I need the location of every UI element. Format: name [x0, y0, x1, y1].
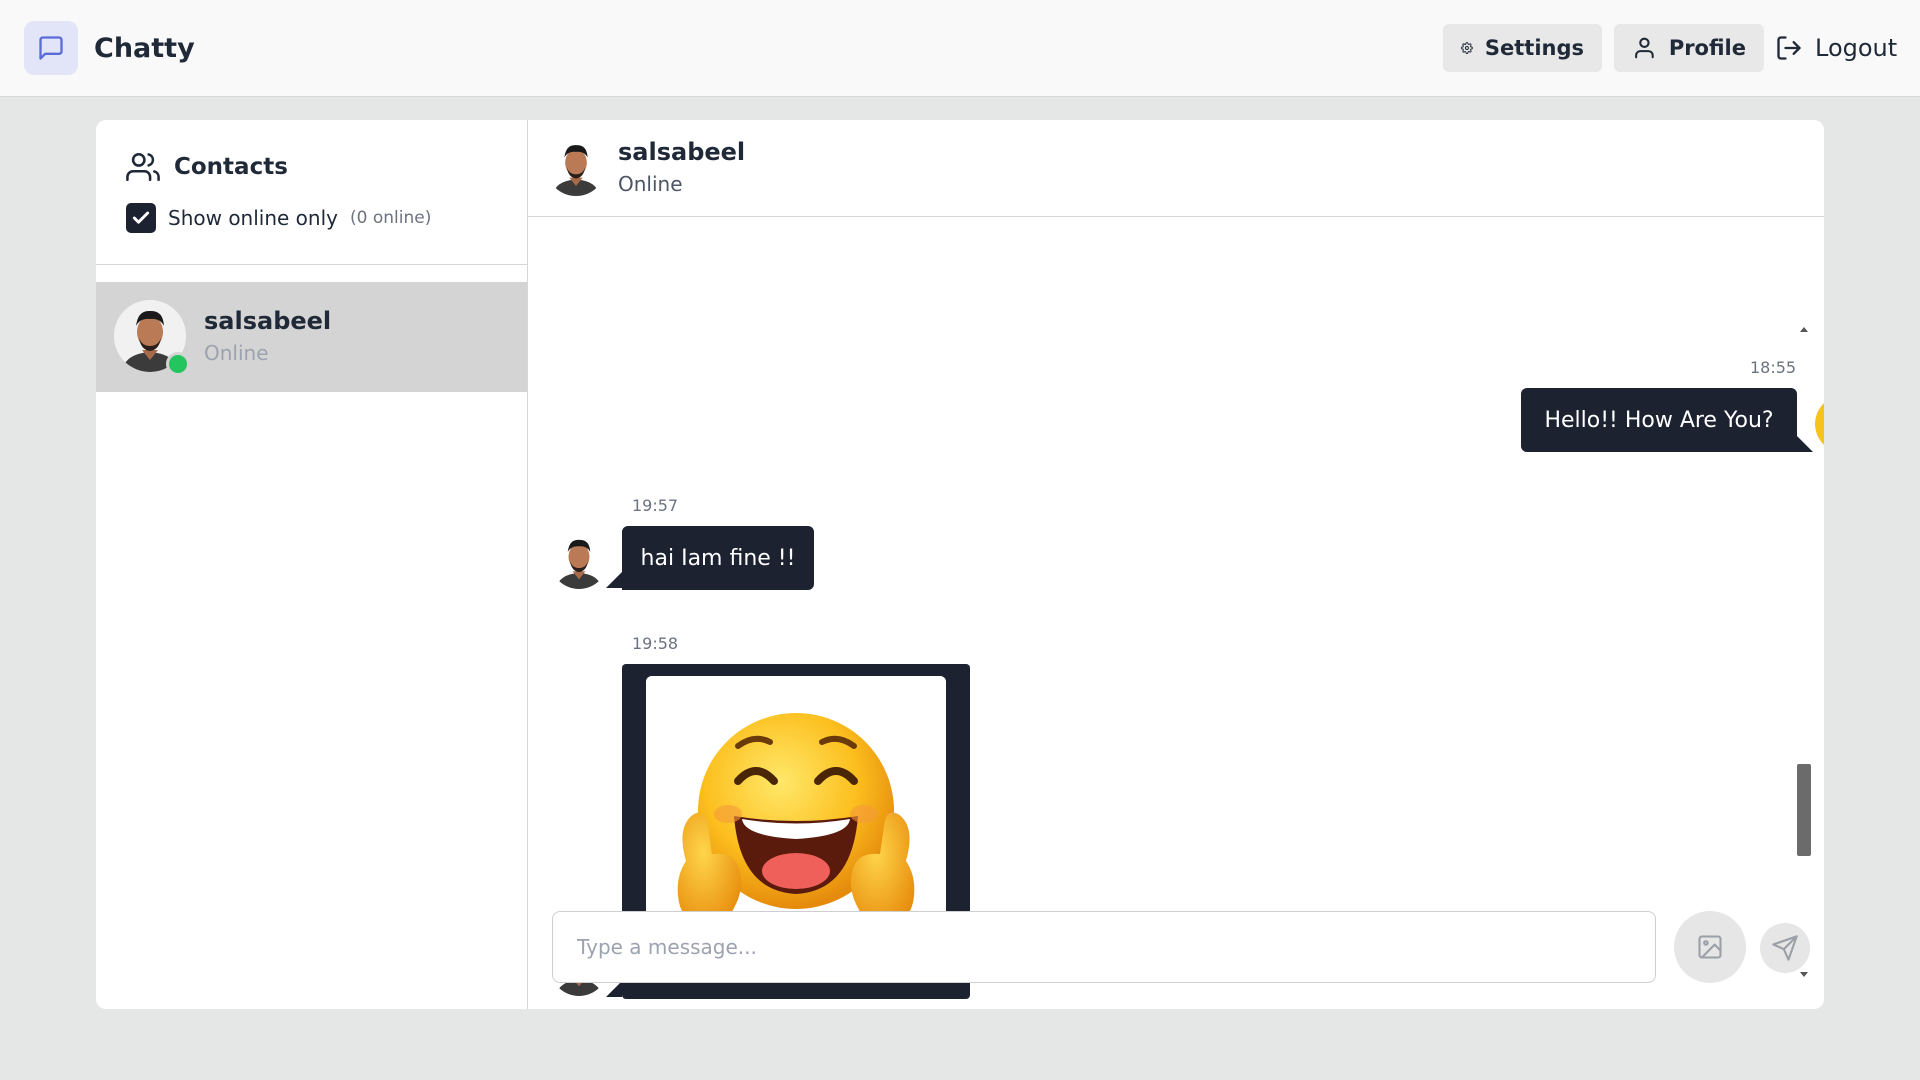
- message-time: 19:57: [632, 496, 679, 515]
- my-avatar: [1815, 395, 1824, 453]
- message-list: 18:55 Hello!! How Are You? 19:57 hai Iam…: [528, 218, 1824, 999]
- chat-contact-name: salsabeel: [618, 138, 746, 166]
- attach-image-button[interactable]: [1674, 911, 1746, 983]
- send-button[interactable]: [1760, 923, 1810, 973]
- settings-label: Settings: [1484, 36, 1584, 60]
- online-filter[interactable]: Show online only (0 online): [126, 203, 431, 233]
- image-icon: [1698, 935, 1722, 959]
- profile-label: Profile: [1668, 36, 1746, 60]
- chat-contact-status: Online: [618, 172, 683, 196]
- top-navbar: Chatty Settings Profile Logout: [0, 0, 1920, 97]
- message-input[interactable]: [552, 911, 1656, 983]
- message-bubble-outgoing: Hello!! How Are You?: [1521, 388, 1797, 452]
- send-icon: [1772, 935, 1798, 961]
- gear-icon: [1461, 42, 1473, 54]
- chat-container: Contacts Show online only (0 online) sal…: [96, 120, 1824, 1009]
- logout-label: Logout: [1815, 34, 1898, 62]
- message-square-icon: [24, 21, 78, 75]
- app-name: Chatty: [94, 32, 195, 64]
- message-bubble-incoming: hai Iam fine !!: [622, 526, 814, 590]
- online-status-dot: [166, 352, 190, 376]
- contact-status: Online: [204, 341, 269, 365]
- chat-header: salsabeel Online: [528, 120, 1824, 217]
- check-icon: [132, 211, 150, 224]
- brand[interactable]: Chatty: [24, 21, 195, 75]
- messages-scrollbar[interactable]: [1797, 322, 1811, 982]
- contacts-header: Contacts Show online only (0 online): [96, 120, 527, 265]
- contacts-title: Contacts: [126, 150, 288, 184]
- contacts-title-text: Contacts: [174, 154, 288, 180]
- user-icon: [1635, 37, 1654, 59]
- online-count: (0 online): [350, 208, 432, 228]
- scrollbar-thumb[interactable]: [1797, 764, 1811, 856]
- message-time: 18:55: [1750, 358, 1797, 377]
- message-composer: [528, 911, 1824, 991]
- users-icon: [126, 152, 160, 182]
- contacts-sidebar: Contacts Show online only (0 online) sal…: [96, 120, 528, 1009]
- online-only-checkbox[interactable]: [126, 203, 156, 233]
- contact-name: salsabeel: [204, 307, 332, 335]
- logout-icon: [1777, 36, 1801, 60]
- online-only-label: Show online only: [168, 206, 338, 230]
- logout-button[interactable]: Logout: [1775, 24, 1897, 72]
- settings-button[interactable]: Settings: [1443, 24, 1602, 72]
- contact-item-salsabeel[interactable]: salsabeel Online: [96, 282, 527, 392]
- contact-avatar: [550, 531, 608, 589]
- bubble-tail: [606, 572, 622, 588]
- avatar: [546, 136, 606, 196]
- message-time: 19:58: [632, 634, 679, 653]
- profile-button[interactable]: Profile: [1614, 24, 1764, 72]
- chat-panel: salsabeel Online 18:55 Hello!! How Are Y…: [528, 120, 1824, 1009]
